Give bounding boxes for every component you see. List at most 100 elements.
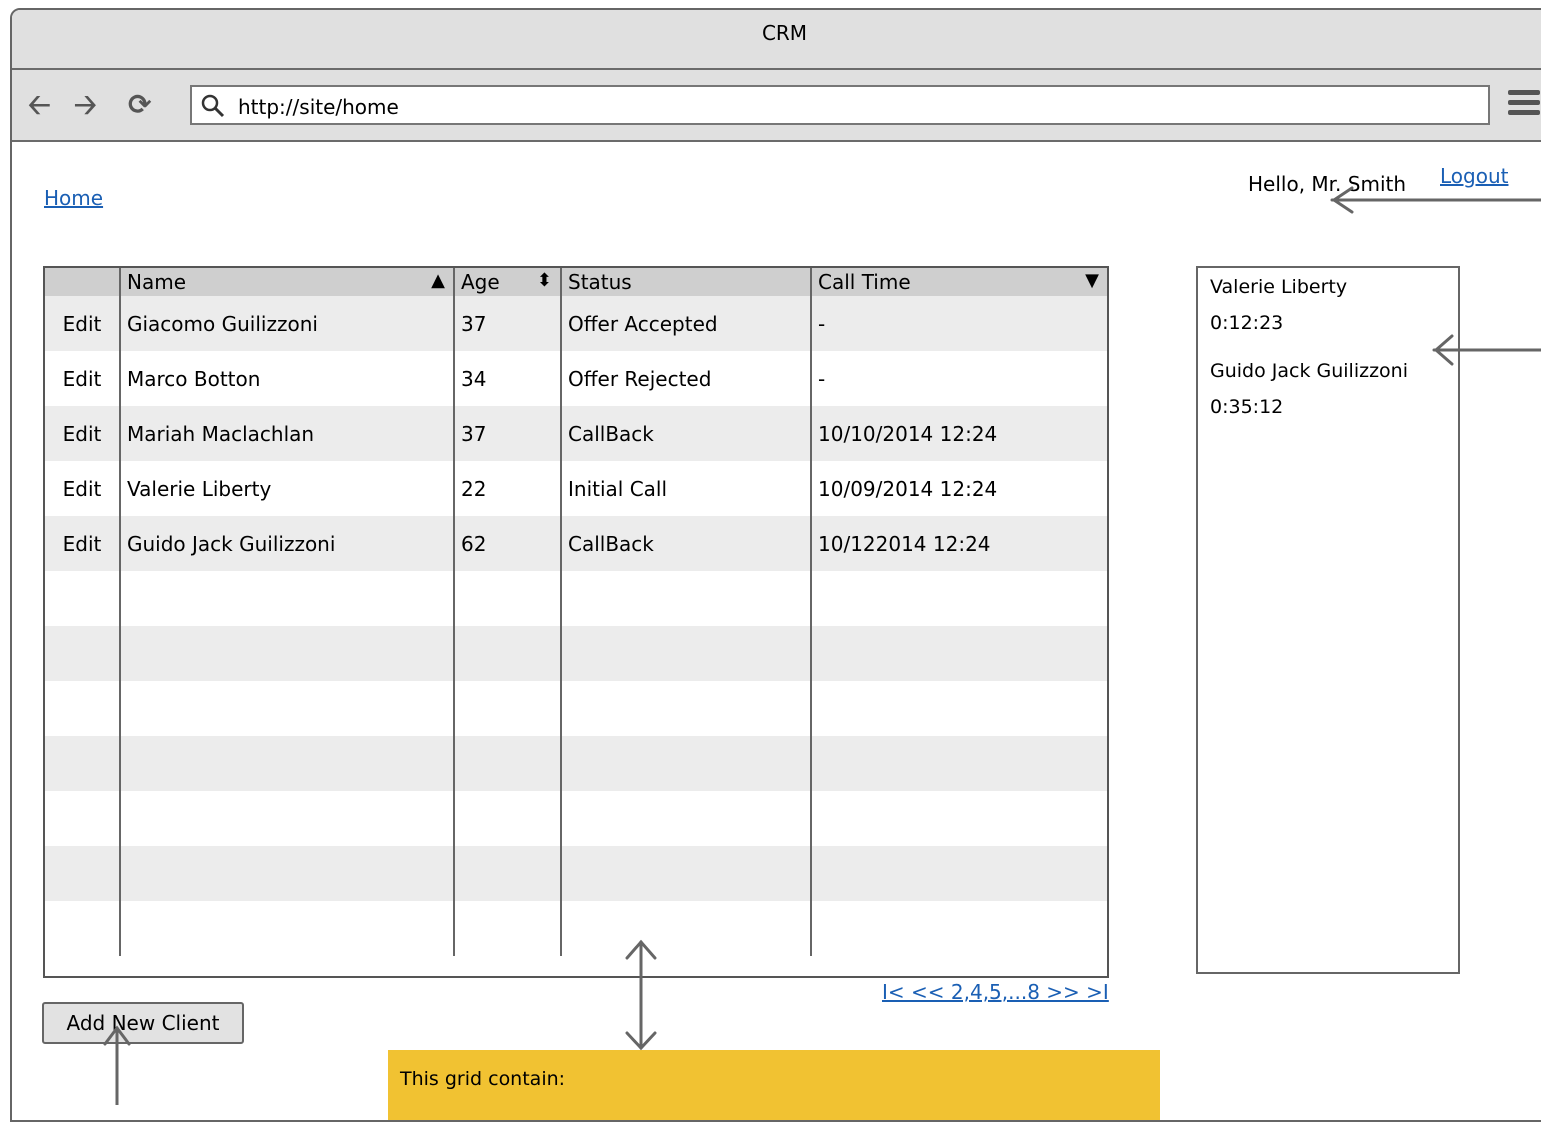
empty-table-row [45,736,1107,791]
cell-name: Giacomo Guilizzoni [120,296,455,351]
cell-status: CallBack [561,516,812,571]
cell-age: 37 [454,406,562,461]
edit-button[interactable]: Edit [45,296,121,351]
empty-cell [561,791,812,846]
empty-cell [811,901,1107,956]
call-duration: 0:12:23 [1210,312,1284,334]
list-item[interactable]: Guido Jack Guilizzoni 0:35:12 [1210,360,1446,418]
edit-button[interactable]: Edit [45,351,121,406]
annotation-note: This grid contain: [388,1050,1160,1120]
empty-table-row [45,901,1107,956]
cell-name: Mariah Maclachlan [120,406,455,461]
empty-cell [561,901,812,956]
logout-link[interactable]: Logout [1440,164,1508,188]
empty-cell [561,681,812,736]
empty-cell [811,846,1107,901]
edit-button[interactable]: Edit [45,406,121,461]
empty-cell [45,736,121,791]
empty-cell [811,791,1107,846]
cell-status: Offer Accepted [561,296,812,351]
empty-cell [454,791,562,846]
user-greeting: Hello, Mr. Smith [1248,172,1407,196]
call-client-name: Guido Jack Guilizzoni [1210,360,1408,382]
empty-table-row [45,846,1107,901]
forward-arrow-icon[interactable]: 🡢 [74,90,97,120]
empty-table-row [45,626,1107,681]
empty-cell [120,626,455,681]
empty-cell [561,626,812,681]
cell-call-time: - [811,296,1107,351]
empty-cell [45,681,121,736]
empty-cell [454,736,562,791]
header-age-label: Age [461,270,500,294]
cell-name: Marco Botton [120,351,455,406]
add-new-client-button[interactable]: Add New Client [42,1002,244,1044]
call-client-name: Valerie Liberty [1210,276,1348,298]
pagination-links[interactable]: I< << 2,4,5,...8 >> >I [882,980,1109,1004]
empty-cell [120,791,455,846]
empty-cell [120,736,455,791]
empty-table-row [45,791,1107,846]
empty-cell [45,901,121,956]
empty-cell [811,626,1107,681]
empty-cell [561,571,812,626]
empty-cell [454,626,562,681]
cell-call-time: - [818,366,826,391]
list-item[interactable]: Valerie Liberty 0:12:23 [1210,276,1446,334]
header-name[interactable]: Name ▲ [120,268,455,296]
table-row: Edit Guido Jack Guilizzoni 62 CallBack 1… [45,516,1107,571]
header-status[interactable]: Status [561,268,812,296]
table-row: Edit Mariah Maclachlan 37 CallBack 10/10… [45,406,1107,461]
edit-button[interactable]: Edit [45,516,121,571]
reload-icon[interactable]: ⟳ [128,90,151,120]
empty-cell [561,846,812,901]
empty-cell [454,571,562,626]
empty-cell [120,901,455,956]
url-bar[interactable]: http://site/home [190,85,1490,125]
cell-age: 34 [454,351,562,406]
cell-call-time: 10/10/2014 12:24 [811,406,1107,461]
sort-descending-icon[interactable]: ▼ [1085,270,1099,291]
client-grid: Name ▲ Age ⬍ Status Call Time ▼ Edit Giacom… [43,266,1109,978]
empty-cell [454,681,562,736]
header-age[interactable]: Age ⬍ [454,268,562,296]
cell-name: Guido Jack Guilizzoni [120,516,455,571]
window-title: CRM [12,10,1541,70]
cell-name: Valerie Liberty [120,461,455,516]
empty-cell [120,846,455,901]
cell-age: 37 [454,296,562,351]
hamburger-menu-icon[interactable] [1508,90,1540,122]
cell-status: Offer Rejected [561,351,812,406]
empty-cell [45,791,121,846]
edit-button[interactable]: Edit [45,461,121,516]
table-row: Edit Marco Botton 34 Offer Rejected - [45,351,1107,406]
cell-age: 22 [454,461,562,516]
sort-ascending-icon[interactable]: ▲ [431,270,445,291]
active-calls-panel: Valerie Liberty 0:12:23 Guido Jack Guili… [1196,266,1460,974]
empty-cell [561,736,812,791]
call-duration: 0:35:12 [1210,396,1284,418]
annotation-note-text: This grid contain: [400,1068,566,1090]
breadcrumb-home-link[interactable]: Home [44,186,103,210]
empty-cell [454,901,562,956]
header-call-time[interactable]: Call Time ▼ [811,268,1107,296]
header-name-label: Name [127,270,187,294]
empty-cell [811,681,1107,736]
sort-both-icon[interactable]: ⬍ [537,270,552,291]
empty-table-row [45,681,1107,736]
cell-age: 62 [454,516,562,571]
cell-call-time: 10/122014 12:24 [811,516,1107,571]
empty-cell [811,571,1107,626]
header-call-time-label: Call Time [818,270,911,294]
cell-status: CallBack [561,406,812,461]
header-action [45,268,121,296]
cell-status: Initial Call [561,461,812,516]
empty-cell [45,846,121,901]
search-icon [201,94,225,118]
table-row: Edit Giacomo Guilizzoni 37 Offer Accepte… [45,296,1107,351]
empty-cell [45,626,121,681]
back-arrow-icon[interactable]: 🡠 [28,90,51,120]
empty-cell [120,681,455,736]
empty-cell [120,571,455,626]
empty-cell [454,846,562,901]
